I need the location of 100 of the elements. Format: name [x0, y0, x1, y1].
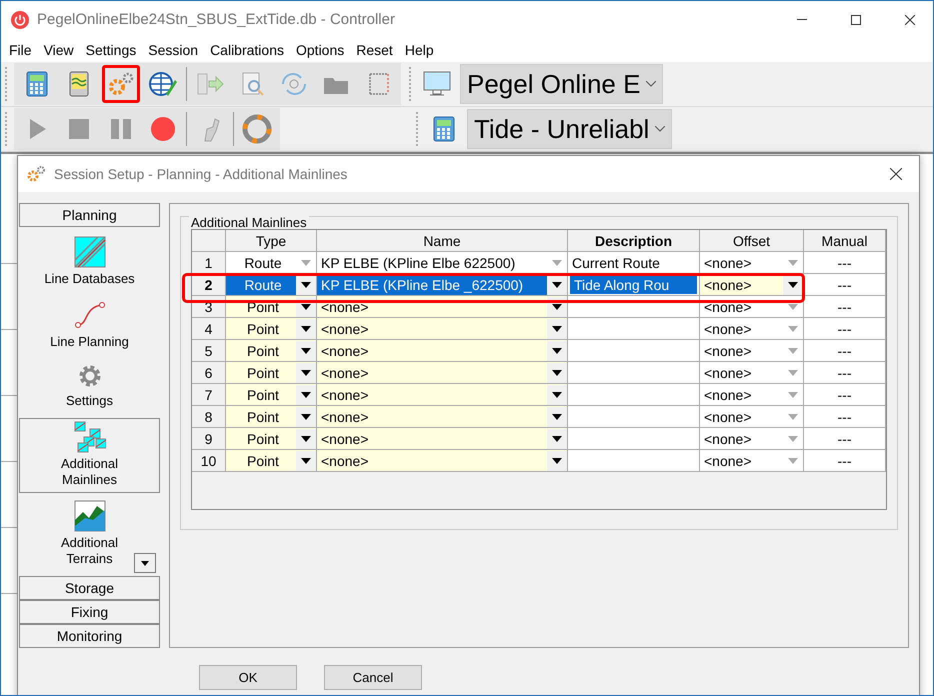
- menu-item[interactable]: File: [3, 42, 38, 58]
- table-cell: ---: [804, 384, 886, 406]
- dropdown-arrow-icon[interactable]: [552, 392, 562, 398]
- menu-item[interactable]: Help: [398, 42, 440, 58]
- name-dropdown[interactable]: <none>: [317, 450, 568, 472]
- curve-icon: [74, 299, 106, 331]
- close-icon: [890, 168, 902, 180]
- dropdown-arrow-icon[interactable]: [301, 414, 311, 420]
- name-dropdown[interactable]: KP ELBE (KPline Elbe 622500): [317, 252, 568, 274]
- description-cell[interactable]: [568, 406, 700, 428]
- description-cell[interactable]: [568, 362, 700, 384]
- type-dropdown[interactable]: Point: [226, 428, 317, 450]
- dropdown-arrow-icon[interactable]: [552, 282, 562, 288]
- offset-dropdown[interactable]: <none>: [700, 318, 804, 340]
- dropdown-arrow-icon[interactable]: [552, 304, 562, 310]
- nav-item[interactable]: Settings: [19, 359, 160, 414]
- row-number[interactable]: 2: [192, 274, 226, 296]
- offset-dropdown[interactable]: <none>: [700, 428, 804, 450]
- column-header[interactable]: Name: [317, 230, 568, 252]
- row-number[interactable]: 6: [192, 362, 226, 384]
- dropdown-arrow-icon[interactable]: [301, 326, 311, 332]
- nav-section-button[interactable]: Fixing: [19, 600, 160, 624]
- type-dropdown[interactable]: Point: [226, 450, 317, 472]
- menu-item[interactable]: Session: [142, 42, 204, 58]
- table-cell: ---: [804, 340, 886, 362]
- column-header[interactable]: Description: [568, 230, 700, 252]
- dropdown-arrow-icon[interactable]: [301, 304, 311, 310]
- row-number[interactable]: 9: [192, 428, 226, 450]
- description-cell[interactable]: [568, 318, 700, 340]
- dropdown-arrow-icon[interactable]: [301, 282, 311, 288]
- type-dropdown[interactable]: Point: [226, 406, 317, 428]
- source-dropdown[interactable]: Pegel Online E: [460, 64, 664, 104]
- table-cell: ---: [804, 428, 886, 450]
- offset-dropdown[interactable]: <none>: [700, 406, 804, 428]
- dropdown-arrow-icon[interactable]: [552, 436, 562, 442]
- description-cell[interactable]: [568, 428, 700, 450]
- gears-icon: [26, 165, 46, 183]
- type-dropdown[interactable]: Point: [226, 318, 317, 340]
- table-cell: ---: [804, 274, 886, 296]
- dropdown-arrow-icon[interactable]: [301, 348, 311, 354]
- description-cell[interactable]: [568, 384, 700, 406]
- dropdown-arrow-icon[interactable]: [552, 414, 562, 420]
- dropdown-arrow-icon[interactable]: [301, 370, 311, 376]
- offset-dropdown[interactable]: <none>: [700, 384, 804, 406]
- nav-item[interactable]: Additional Terrains: [19, 497, 160, 572]
- name-dropdown[interactable]: <none>: [317, 318, 568, 340]
- nav-section-button[interactable]: Storage: [19, 576, 160, 600]
- dropdown-arrow-icon[interactable]: [552, 348, 562, 354]
- name-dropdown[interactable]: <none>: [317, 428, 568, 450]
- offset-dropdown[interactable]: <none>: [700, 340, 804, 362]
- row-number[interactable]: 7: [192, 384, 226, 406]
- menu-item[interactable]: Calibrations: [204, 42, 290, 58]
- nav-item[interactable]: Line Planning: [19, 296, 160, 355]
- gears-icon[interactable]: [102, 65, 140, 103]
- dropdown-arrow-icon[interactable]: [301, 458, 311, 464]
- row-number[interactable]: 4: [192, 318, 226, 340]
- table-cell: ---: [804, 450, 886, 472]
- menu-item[interactable]: Reset: [350, 42, 399, 58]
- offset-dropdown[interactable]: <none>: [700, 252, 804, 274]
- nav-section-button[interactable]: Monitoring: [19, 624, 160, 648]
- column-header[interactable]: Offset: [700, 230, 804, 252]
- column-header[interactable]: Manual: [804, 230, 886, 252]
- description-cell[interactable]: Current Route: [568, 252, 700, 274]
- dropdown-arrow-icon[interactable]: [301, 392, 311, 398]
- dropdown-arrow-icon[interactable]: [552, 326, 562, 332]
- description-cell[interactable]: [568, 340, 700, 362]
- type-dropdown[interactable]: Point: [226, 384, 317, 406]
- description-cell[interactable]: [568, 450, 700, 472]
- offset-dropdown[interactable]: <none>: [700, 362, 804, 384]
- menu-item[interactable]: Options: [290, 42, 350, 58]
- cancel-button[interactable]: Cancel: [324, 665, 422, 690]
- type-dropdown[interactable]: Route: [226, 274, 317, 296]
- type-dropdown[interactable]: Point: [226, 362, 317, 384]
- scroll-down-button[interactable]: [134, 553, 156, 573]
- name-dropdown[interactable]: <none>: [317, 362, 568, 384]
- name-dropdown[interactable]: <none>: [317, 384, 568, 406]
- name-dropdown[interactable]: KP ELBE (KPline Elbe _622500): [317, 274, 568, 296]
- type-dropdown[interactable]: Point: [226, 340, 317, 362]
- dialog-title: Session Setup - Planning - Additional Mainlines: [54, 166, 348, 182]
- column-header[interactable]: Type: [226, 230, 317, 252]
- table-cell: ---: [804, 362, 886, 384]
- dropdown-arrow-icon[interactable]: [552, 370, 562, 376]
- mode-dropdown[interactable]: Tide - Unreliabl: [467, 109, 672, 149]
- dropdown-arrow-icon[interactable]: [552, 458, 562, 464]
- row-number[interactable]: 5: [192, 340, 226, 362]
- menu-item[interactable]: View: [38, 42, 80, 58]
- nav-section-button[interactable]: Planning: [19, 203, 160, 227]
- row-number[interactable]: 10: [192, 450, 226, 472]
- name-dropdown[interactable]: <none>: [317, 340, 568, 362]
- menu-item[interactable]: Settings: [80, 42, 142, 58]
- dropdown-arrow-icon[interactable]: [788, 282, 798, 288]
- dropdown-arrow-icon[interactable]: [301, 436, 311, 442]
- type-dropdown[interactable]: Route: [226, 252, 317, 274]
- row-number[interactable]: 8: [192, 406, 226, 428]
- nav-item[interactable]: Additional Mainlines: [19, 418, 160, 493]
- offset-dropdown[interactable]: <none>: [700, 450, 804, 472]
- ok-button[interactable]: OK: [199, 665, 297, 690]
- table-cell: ---: [804, 406, 886, 428]
- name-dropdown[interactable]: <none>: [317, 406, 568, 428]
- nav-item[interactable]: Line Databases: [19, 233, 160, 292]
